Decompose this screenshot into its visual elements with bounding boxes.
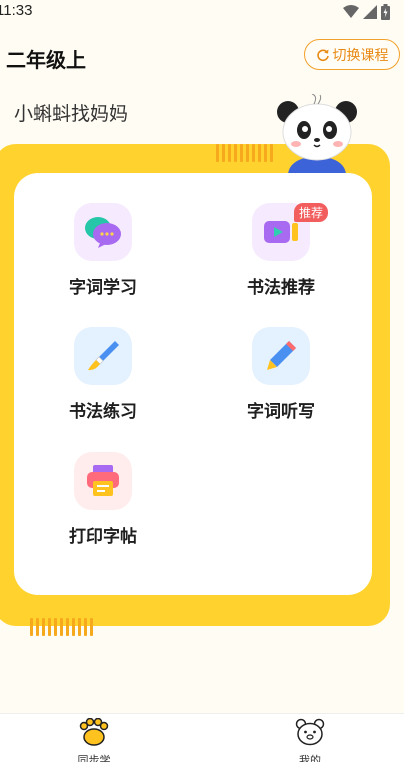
status-time: 11:33 — [0, 2, 33, 19]
feature-vocab-learning[interactable]: 字词学习 — [38, 203, 168, 298]
bottom-nav: 同步学 我的 — [0, 713, 404, 762]
feature-vocab-dictation[interactable]: 字词听写 — [216, 327, 346, 422]
nav-item-mine[interactable]: 我的 — [280, 718, 340, 762]
nav-label: 同步学 — [77, 754, 111, 762]
feature-label: 字词听写 — [247, 402, 315, 422]
page-title: 二年级上 — [6, 48, 86, 72]
switch-course-button[interactable]: 切换课程 — [304, 39, 400, 70]
status-bar: 11:33 — [0, 0, 404, 24]
battery-icon — [381, 4, 390, 20]
panda-mascot-icon — [277, 94, 357, 174]
feature-label: 字词学习 — [69, 278, 137, 298]
feature-calligraphy-practice[interactable]: 书法练习 — [38, 327, 168, 422]
feature-print-copybook[interactable]: 打印字帖 — [38, 452, 168, 547]
decor-stripes-bottom — [30, 618, 93, 636]
status-icons — [343, 4, 390, 20]
feature-label: 书法练习 — [69, 402, 137, 422]
bear-face-icon — [295, 718, 325, 746]
feature-card: 字词学习 推荐 书法推荐 书法练习 字词听写 打印字帖 — [14, 173, 372, 595]
feature-label: 打印字帖 — [69, 527, 137, 547]
feature-calligraphy-recommend[interactable]: 推荐 书法推荐 — [216, 203, 346, 298]
refresh-icon — [316, 48, 329, 61]
printer-icon — [74, 452, 132, 510]
nav-label: 我的 — [299, 754, 321, 762]
paw-icon — [79, 717, 109, 746]
switch-course-label: 切换课程 — [332, 47, 389, 64]
signal-icon — [363, 5, 377, 19]
pencil-icon — [252, 327, 310, 385]
header: 二年级上 切换课程 — [0, 36, 404, 76]
wifi-icon — [343, 5, 359, 18]
chat-bubbles-icon — [74, 203, 132, 261]
brush-icon — [74, 327, 132, 385]
video-play-icon: 推荐 — [252, 203, 329, 261]
nav-item-sync-learn[interactable]: 同步学 — [64, 717, 124, 762]
feature-label: 书法推荐 — [247, 278, 315, 298]
recommend-badge: 推荐 — [294, 203, 329, 222]
lesson-title: 小蝌蚪找妈妈 — [14, 103, 129, 125]
decor-stripes-top — [216, 144, 273, 162]
